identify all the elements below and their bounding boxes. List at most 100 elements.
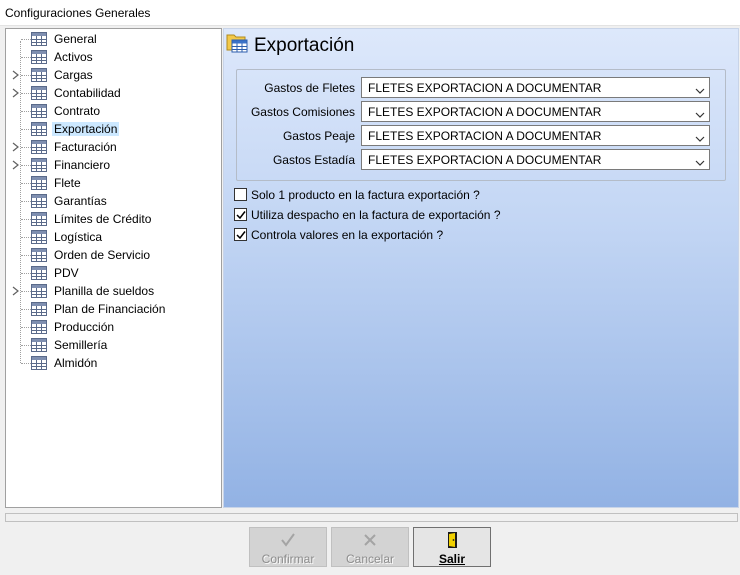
tree-branch-line	[21, 345, 31, 346]
gastos-fletes-select[interactable]: FLETES EXPORTACION A DOCUMENTAR	[361, 77, 710, 98]
tree-item-logistica[interactable]: Logística	[6, 228, 221, 246]
folder-table-icon	[226, 31, 248, 53]
chevron-right-icon[interactable]	[11, 69, 21, 81]
chevron-down-icon[interactable]	[695, 84, 705, 94]
tree-item-contrato[interactable]: Contrato	[6, 102, 221, 120]
settings-panel: Exportación Gastos de Fletes FLETES EXPO…	[223, 28, 739, 508]
tree-item-almidon[interactable]: Almidón	[6, 354, 221, 372]
chevron-right-icon[interactable]	[11, 159, 21, 171]
chevron-down-icon[interactable]	[695, 108, 705, 118]
field-label: Gastos Peaje	[282, 129, 355, 143]
field-label: Gastos Comisiones	[250, 105, 355, 119]
tree-item-limites-de-credito[interactable]: Límites de Crédito	[6, 210, 221, 228]
tree-branch-line	[21, 75, 31, 76]
checkmark-icon	[279, 531, 297, 549]
tree-item-label: Cargas	[54, 68, 93, 82]
chevron-down-icon[interactable]	[695, 132, 705, 142]
tree-item-garantias[interactable]: Garantías	[6, 192, 221, 210]
table-icon	[31, 50, 47, 64]
tree-item-planilla-de-sueldos[interactable]: Planilla de sueldos	[6, 282, 221, 300]
select-value: FLETES EXPORTACION A DOCUMENTAR	[368, 81, 602, 95]
table-icon	[31, 284, 47, 298]
field-label: Gastos de Fletes	[264, 81, 355, 95]
table-icon	[31, 302, 47, 316]
tree-item-label: Orden de Servicio	[54, 248, 151, 262]
tree-item-activos[interactable]: Activos	[6, 48, 221, 66]
gastos-peaje-select[interactable]: FLETES EXPORTACION A DOCUMENTAR	[361, 125, 710, 146]
tree-item-label: Logística	[54, 230, 103, 244]
chevron-right-icon[interactable]	[11, 285, 21, 297]
chevron-right-icon[interactable]	[11, 141, 21, 153]
tree-branch-line	[21, 129, 31, 130]
tree-item-label: PDV	[54, 266, 79, 280]
tree-item-label: Facturación	[54, 140, 117, 154]
tree-item-flete[interactable]: Flete	[6, 174, 221, 192]
tree-item-semilleria[interactable]: Semillería	[6, 336, 221, 354]
table-icon	[31, 68, 47, 82]
tree-branch-line	[21, 273, 31, 274]
tree-branch-line	[21, 165, 31, 166]
confirm-button[interactable]: Confirmar	[249, 527, 327, 567]
exit-door-icon	[443, 531, 461, 549]
checkbox-label: Controla valores en la exportación ?	[251, 228, 444, 242]
tree-item-label: Garantías	[54, 194, 107, 208]
table-icon	[31, 248, 47, 262]
settings-tree[interactable]: General Activos Cargas Contabilidad Cont…	[5, 28, 222, 508]
tree-item-label: Activos	[54, 50, 93, 64]
gastos-comisiones-select[interactable]: FLETES EXPORTACION A DOCUMENTAR	[361, 101, 710, 122]
tree-branch-line	[21, 363, 31, 364]
chevron-right-icon[interactable]	[11, 87, 21, 99]
table-icon	[31, 176, 47, 190]
tree-item-pdv[interactable]: PDV	[6, 264, 221, 282]
chevron-down-icon[interactable]	[695, 156, 705, 166]
cancel-button[interactable]: Cancelar	[331, 527, 409, 567]
checkbox[interactable]	[234, 228, 247, 241]
tree-item-label: Semillería	[54, 338, 108, 352]
tree-item-label: Plan de Financiación	[54, 302, 166, 316]
field-gastos-comisiones: Gastos Comisiones FLETES EXPORTACION A D…	[237, 101, 725, 123]
table-icon	[31, 158, 47, 172]
tree-branch-line	[21, 309, 31, 310]
checkmark-icon	[236, 211, 246, 220]
checkbox[interactable]	[234, 208, 247, 221]
tree-item-label: Flete	[54, 176, 81, 190]
table-icon	[31, 122, 47, 136]
tree-item-general[interactable]: General	[6, 30, 221, 48]
tree-branch-line	[21, 201, 31, 202]
field-gastos-fletes: Gastos de Fletes FLETES EXPORTACION A DO…	[237, 77, 725, 99]
tree-branch-line	[21, 255, 31, 256]
tree-item-cargas[interactable]: Cargas	[6, 66, 221, 84]
button-label: Cancelar	[345, 552, 395, 566]
table-icon	[31, 32, 47, 46]
select-value: FLETES EXPORTACION A DOCUMENTAR	[368, 105, 602, 119]
tree-item-exportacion[interactable]: Exportación	[6, 120, 221, 138]
exit-button[interactable]: Salir	[413, 527, 491, 567]
panel-header: Exportación	[224, 29, 738, 59]
tree-item-label: Producción	[54, 320, 115, 334]
tree-item-label: Planilla de sueldos	[54, 284, 155, 298]
tree-item-produccion[interactable]: Producción	[6, 318, 221, 336]
tree-item-orden-de-servicio[interactable]: Orden de Servicio	[6, 246, 221, 264]
window-title: Configuraciones Generales	[5, 6, 151, 20]
tree-branch-line	[21, 39, 31, 40]
tree-item-label: General	[54, 32, 97, 46]
tree-item-label: Financiero	[54, 158, 111, 172]
tree-item-financiero[interactable]: Financiero	[6, 156, 221, 174]
gastos-estadia-select[interactable]: FLETES EXPORTACION A DOCUMENTAR	[361, 149, 710, 170]
button-label: Confirmar	[261, 552, 315, 566]
field-gastos-peaje: Gastos Peaje FLETES EXPORTACION A DOCUME…	[237, 125, 725, 147]
tree-item-contabilidad[interactable]: Contabilidad	[6, 84, 221, 102]
tree-item-plan-de-financiacion[interactable]: Plan de Financiación	[6, 300, 221, 318]
checkmark-icon	[236, 231, 246, 240]
tree-branch-line	[21, 327, 31, 328]
tree-branch-line	[21, 57, 31, 58]
tree-item-label: Límites de Crédito	[54, 212, 152, 226]
checkbox[interactable]	[234, 188, 247, 201]
field-gastos-estadia: Gastos Estadía FLETES EXPORTACION A DOCU…	[237, 149, 725, 171]
close-icon	[361, 531, 379, 549]
table-icon	[31, 104, 47, 118]
table-icon	[31, 266, 47, 280]
table-icon	[31, 212, 47, 226]
tree-item-facturacion[interactable]: Facturación	[6, 138, 221, 156]
button-label: Salir	[438, 552, 465, 566]
